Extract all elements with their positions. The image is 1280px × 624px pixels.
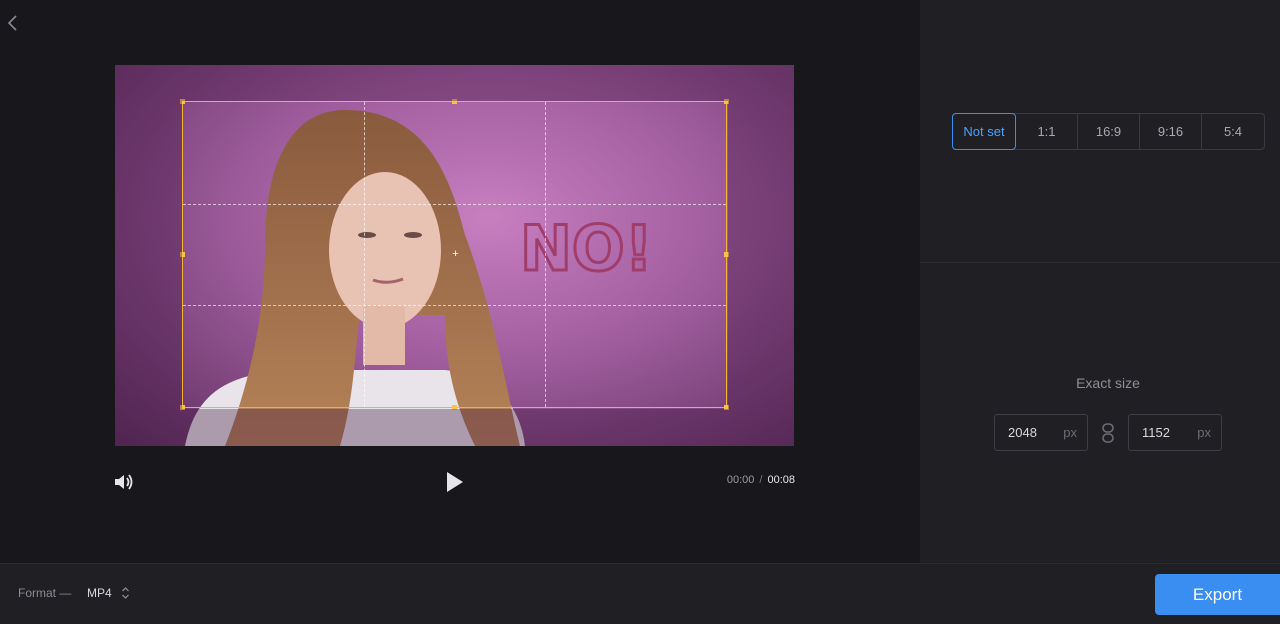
volume-icon <box>115 474 133 490</box>
crop-center-crosshair: + <box>452 248 459 260</box>
crop-grid-line <box>183 305 726 306</box>
crop-mask <box>728 101 794 409</box>
export-button[interactable]: Export <box>1155 574 1280 615</box>
ratio-option-5-4[interactable]: 5:4 <box>1202 114 1264 149</box>
ratio-option-16-9[interactable]: 16:9 <box>1078 114 1140 149</box>
format-select[interactable]: MP4 <box>87 586 112 600</box>
ratio-option-not-set[interactable]: Not set <box>952 113 1016 150</box>
chevron-left-icon <box>7 15 17 31</box>
exact-size-section: Exact size 2048 px 1152 px <box>920 264 1280 563</box>
width-unit: px <box>1063 425 1077 440</box>
crop-area[interactable]: + <box>180 99 729 410</box>
exact-size-label: Exact size <box>1076 375 1140 391</box>
crop-grid-line <box>545 102 546 407</box>
height-unit: px <box>1197 425 1211 440</box>
video-preview[interactable]: NO! + <box>115 65 794 446</box>
crop-mask <box>115 101 182 409</box>
footer-bar: Format — MP4 Export <box>0 563 1280 624</box>
editor-pane: NO! + 00:00 / 00:08 <box>0 0 920 563</box>
height-value: 1152 <box>1142 425 1170 440</box>
current-time: 00:00 <box>726 474 755 486</box>
height-field[interactable]: 1152 px <box>1128 414 1222 451</box>
ratio-option-1-1[interactable]: 1:1 <box>1016 114 1078 149</box>
time-separator: / <box>759 474 763 486</box>
aspect-ratio-section: Not set 1:1 16:9 9:16 5:4 <box>920 0 1280 263</box>
player-controls: 00:00 / 00:08 <box>0 460 920 504</box>
play-icon <box>447 472 463 492</box>
format-label: Format — <box>18 586 72 600</box>
aspect-ratio-selector: Not set 1:1 16:9 9:16 5:4 <box>952 113 1265 150</box>
duration: 00:08 <box>767 474 795 486</box>
ratio-option-9-16[interactable]: 9:16 <box>1140 114 1202 149</box>
settings-panel: Not set 1:1 16:9 9:16 5:4 Exact size 204… <box>920 0 1280 563</box>
crop-grid-line <box>364 102 365 407</box>
width-value: 2048 <box>1008 425 1037 440</box>
volume-button[interactable] <box>113 471 135 493</box>
play-button[interactable] <box>444 470 466 494</box>
up-down-arrows-icon <box>122 587 129 599</box>
crop-mask <box>115 65 794 101</box>
crop-mask <box>115 409 794 446</box>
aspect-lock-button[interactable] <box>1101 423 1115 443</box>
format-select-toggle[interactable] <box>121 586 130 600</box>
crop-grid-line <box>183 204 726 205</box>
playback-time: 00:00 / 00:08 <box>700 474 795 486</box>
link-icon <box>1102 423 1114 443</box>
width-field[interactable]: 2048 px <box>994 414 1088 451</box>
back-button[interactable] <box>5 13 21 33</box>
